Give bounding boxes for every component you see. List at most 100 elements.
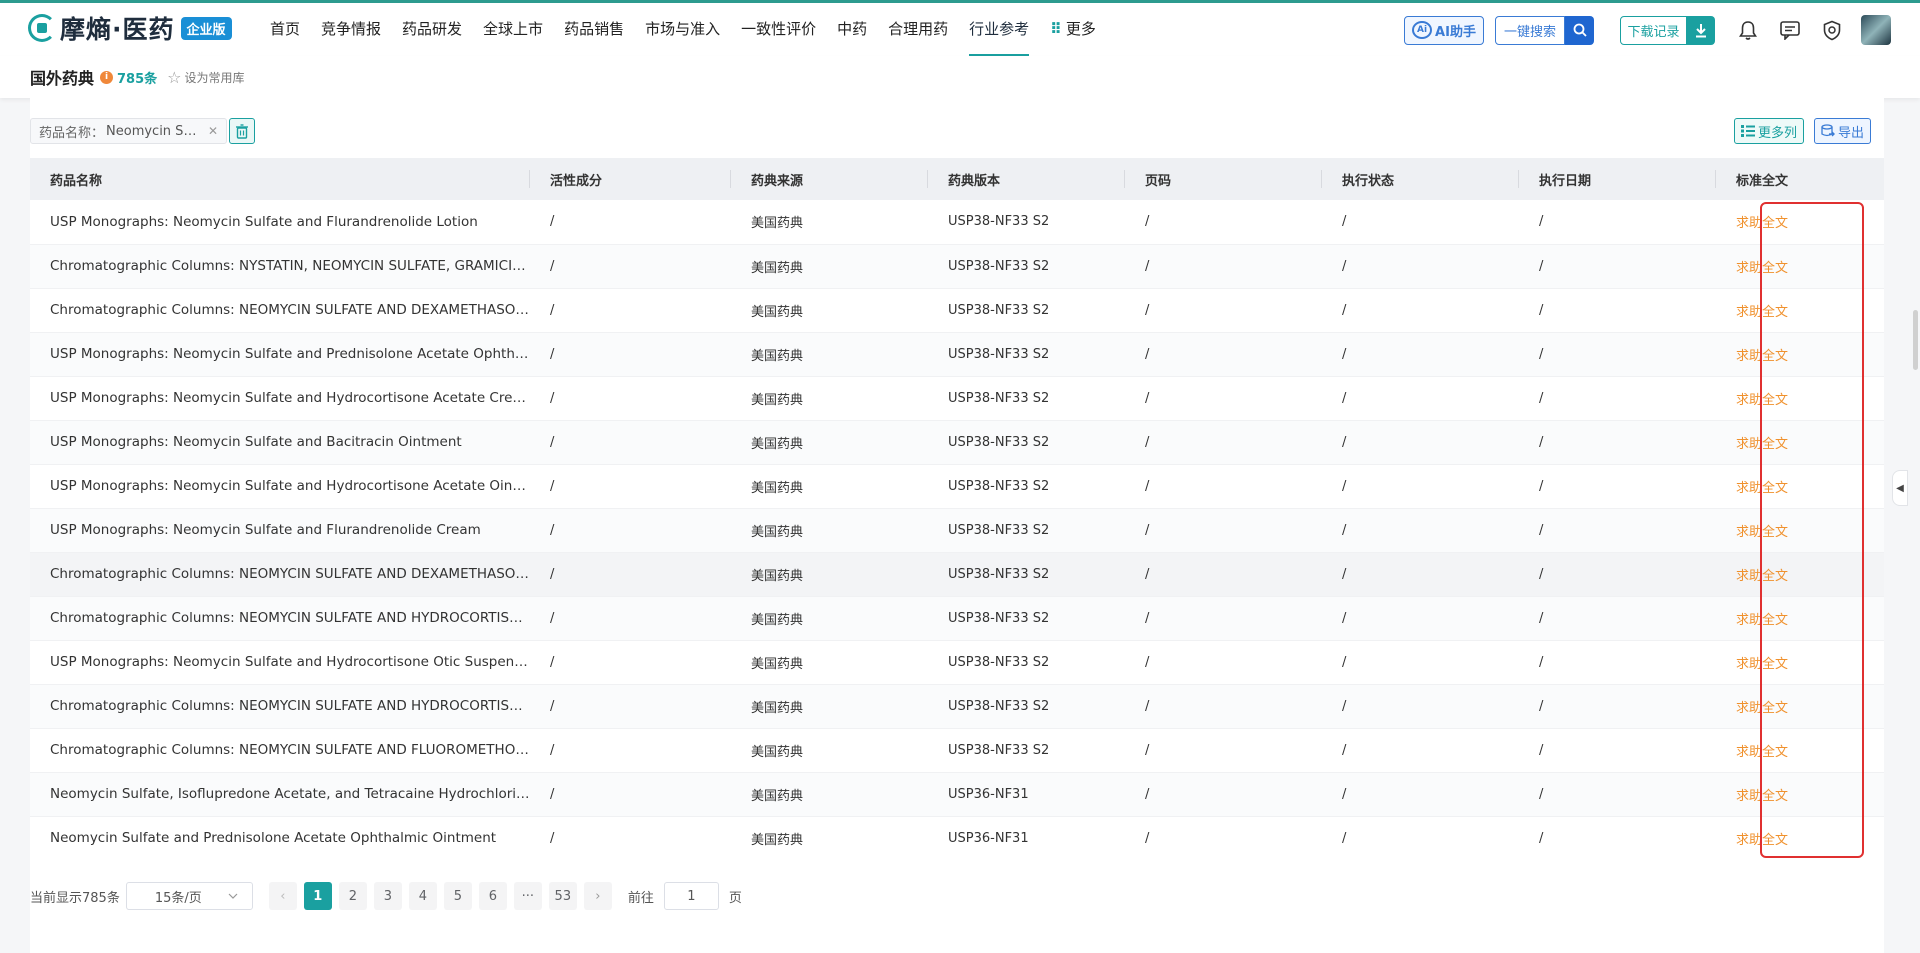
page-button[interactable]: 53 [548,882,577,910]
table-cell: / [530,772,731,817]
filter-chip[interactable]: 药品名称： Neomycin Sulfate ✕ [30,118,228,144]
column-header[interactable]: 药品名称 [30,158,530,200]
table-row[interactable]: Chromatographic Columns: NEOMYCIN SULFAT… [30,728,1884,773]
column-header[interactable]: 活性成分 [530,158,731,200]
side-panel-toggle[interactable]: ◀ [1892,470,1908,506]
table-row[interactable]: Chromatographic Columns: NYSTATIN, NEOMY… [30,244,1884,289]
page-button[interactable]: ··· [513,882,542,910]
drug-name-cell[interactable]: USP Monographs: Neomycin Sulfate and Flu… [30,508,530,553]
drug-name-cell[interactable]: USP Monographs: Neomycin Sulfate and Hyd… [30,376,530,421]
drug-name-cell[interactable]: Chromatographic Columns: NEOMYCIN SULFAT… [30,288,530,333]
quick-search[interactable]: 一键搜索 [1495,15,1594,45]
request-fulltext-link[interactable]: 求助全文 [1716,728,1884,773]
column-header[interactable]: 页码 [1125,158,1322,200]
nav-item[interactable]: 一致性评价 [741,3,816,56]
drug-name-cell[interactable]: Chromatographic Columns: NEOMYCIN SULFAT… [30,552,530,597]
nav-item[interactable]: 药品研发 [402,3,462,56]
drug-name-cell[interactable]: USP Monographs: Neomycin Sulfate and Flu… [30,200,530,245]
drug-name-cell[interactable]: Chromatographic Columns: NEOMYCIN SULFAT… [30,596,530,641]
request-fulltext-link[interactable]: 求助全文 [1716,640,1884,685]
prev-page-button[interactable]: ‹ [268,882,297,910]
drug-name-cell[interactable]: Chromatographic Columns: NEOMYCIN SULFAT… [30,728,530,773]
request-fulltext-link[interactable]: 求助全文 [1716,332,1884,377]
info-icon[interactable]: i [100,70,114,84]
shield-icon[interactable] [1821,19,1843,41]
nav-item[interactable]: 市场与准入 [645,3,720,56]
request-fulltext-link[interactable]: 求助全文 [1716,464,1884,509]
table-row[interactable]: Chromatographic Columns: NEOMYCIN SULFAT… [30,288,1884,333]
nav-item[interactable]: 首页 [270,3,300,56]
table-row[interactable]: USP Monographs: Neomycin Sulfate and Hyd… [30,640,1884,685]
drug-name-cell[interactable]: Neomycin Sulfate, Isoflupredone Acetate,… [30,772,530,817]
column-header[interactable]: 药典版本 [928,158,1125,200]
bell-icon[interactable] [1737,19,1759,41]
brand-logo[interactable]: 摩熵·医药 企业版 [28,13,232,44]
column-header[interactable]: 标准全文 [1716,158,1884,200]
export-button[interactable]: 导出 [1814,118,1872,144]
table-row[interactable]: Chromatographic Columns: NEOMYCIN SULFAT… [30,684,1884,729]
drug-name-cell[interactable]: USP Monographs: Neomycin Sulfate and Bac… [30,420,530,465]
table-row[interactable]: Chromatographic Columns: NEOMYCIN SULFAT… [30,552,1884,597]
request-fulltext-link[interactable]: 求助全文 [1716,772,1884,817]
table-row[interactable]: USP Monographs: Neomycin Sulfate and Flu… [30,508,1884,553]
nav-item[interactable]: 中药 [837,3,867,56]
request-fulltext-link[interactable]: 求助全文 [1716,508,1884,553]
column-header[interactable]: 执行日期 [1519,158,1716,200]
drug-name-cell[interactable]: Chromatographic Columns: NEOMYCIN SULFAT… [30,684,530,729]
goto-page-input[interactable]: 1 [663,882,719,910]
clear-filters-button[interactable] [229,118,255,144]
page-size-select[interactable]: 15条/页 [125,882,253,910]
request-fulltext-link[interactable]: 求助全文 [1716,288,1884,333]
quick-search-label[interactable]: 一键搜索 [1495,15,1565,45]
nav-item[interactable]: 合理用药 [888,3,948,56]
request-fulltext-link[interactable]: 求助全文 [1716,244,1884,289]
table-row[interactable]: USP Monographs: Neomycin Sulfate and Hyd… [30,464,1884,509]
page-button[interactable]: 3 [373,882,402,910]
request-fulltext-link[interactable]: 求助全文 [1716,816,1884,858]
nav-item[interactable]: 行业参考 [969,3,1030,56]
page-button[interactable]: 6 [478,882,507,910]
column-header[interactable]: 执行状态 [1322,158,1519,200]
next-page-button[interactable]: › [583,882,612,910]
table-row[interactable]: Chromatographic Columns: NEOMYCIN SULFAT… [30,596,1884,641]
drug-name-cell[interactable]: USP Monographs: Neomycin Sulfate and Hyd… [30,640,530,685]
request-fulltext-link[interactable]: 求助全文 [1716,552,1884,597]
page-button[interactable]: 2 [338,882,367,910]
nav-item[interactable]: ⠿ 更多 [1050,3,1096,56]
nav-item[interactable]: 药品销售 [564,3,624,56]
download-button[interactable] [1687,15,1715,45]
close-icon[interactable]: ✕ [208,124,218,138]
table-row[interactable]: Neomycin Sulfate, Isoflupredone Acetate,… [30,772,1884,817]
star-icon: ☆ [167,67,182,87]
download-records[interactable]: 下载记录 [1620,15,1715,45]
page-button[interactable]: 1 [303,882,332,910]
table-row[interactable]: USP Monographs: Neomycin Sulfate and Pre… [30,332,1884,377]
drug-name-cell[interactable]: USP Monographs: Neomycin Sulfate and Hyd… [30,464,530,509]
drug-name-cell[interactable]: USP Monographs: Neomycin Sulfate and Pre… [30,332,530,377]
request-fulltext-link[interactable]: 求助全文 [1716,376,1884,421]
table-row[interactable]: USP Monographs: Neomycin Sulfate and Hyd… [30,376,1884,421]
page-button[interactable]: 4 [408,882,437,910]
message-icon[interactable] [1779,19,1801,41]
request-fulltext-link[interactable]: 求助全文 [1716,420,1884,465]
table-row[interactable]: Neomycin Sulfate and Prednisolone Acetat… [30,816,1884,858]
user-avatar[interactable] [1861,15,1891,45]
table-row[interactable]: USP Monographs: Neomycin Sulfate and Bac… [30,420,1884,465]
download-records-label[interactable]: 下载记录 [1620,15,1687,45]
vertical-scrollbar[interactable] [1913,310,1918,370]
search-button[interactable] [1565,15,1594,45]
drug-name-cell[interactable]: Neomycin Sulfate and Prednisolone Acetat… [30,816,530,858]
page-button[interactable]: 5 [443,882,472,910]
nav-item[interactable]: 竞争情报 [321,3,381,56]
request-fulltext-link[interactable]: 求助全文 [1716,684,1884,729]
table-cell: / [1322,684,1519,729]
request-fulltext-link[interactable]: 求助全文 [1716,200,1884,245]
drug-name-cell[interactable]: Chromatographic Columns: NYSTATIN, NEOMY… [30,244,530,289]
column-header[interactable]: 药典来源 [731,158,928,200]
ai-assistant-button[interactable]: Ai AI助手 [1404,15,1484,45]
nav-item[interactable]: 全球上市 [483,3,543,56]
more-columns-button[interactable]: 更多列 [1734,118,1805,144]
request-fulltext-link[interactable]: 求助全文 [1716,596,1884,641]
set-favorite-button[interactable]: ☆ 设为常用库 [167,68,244,87]
table-row[interactable]: USP Monographs: Neomycin Sulfate and Flu… [30,200,1884,245]
